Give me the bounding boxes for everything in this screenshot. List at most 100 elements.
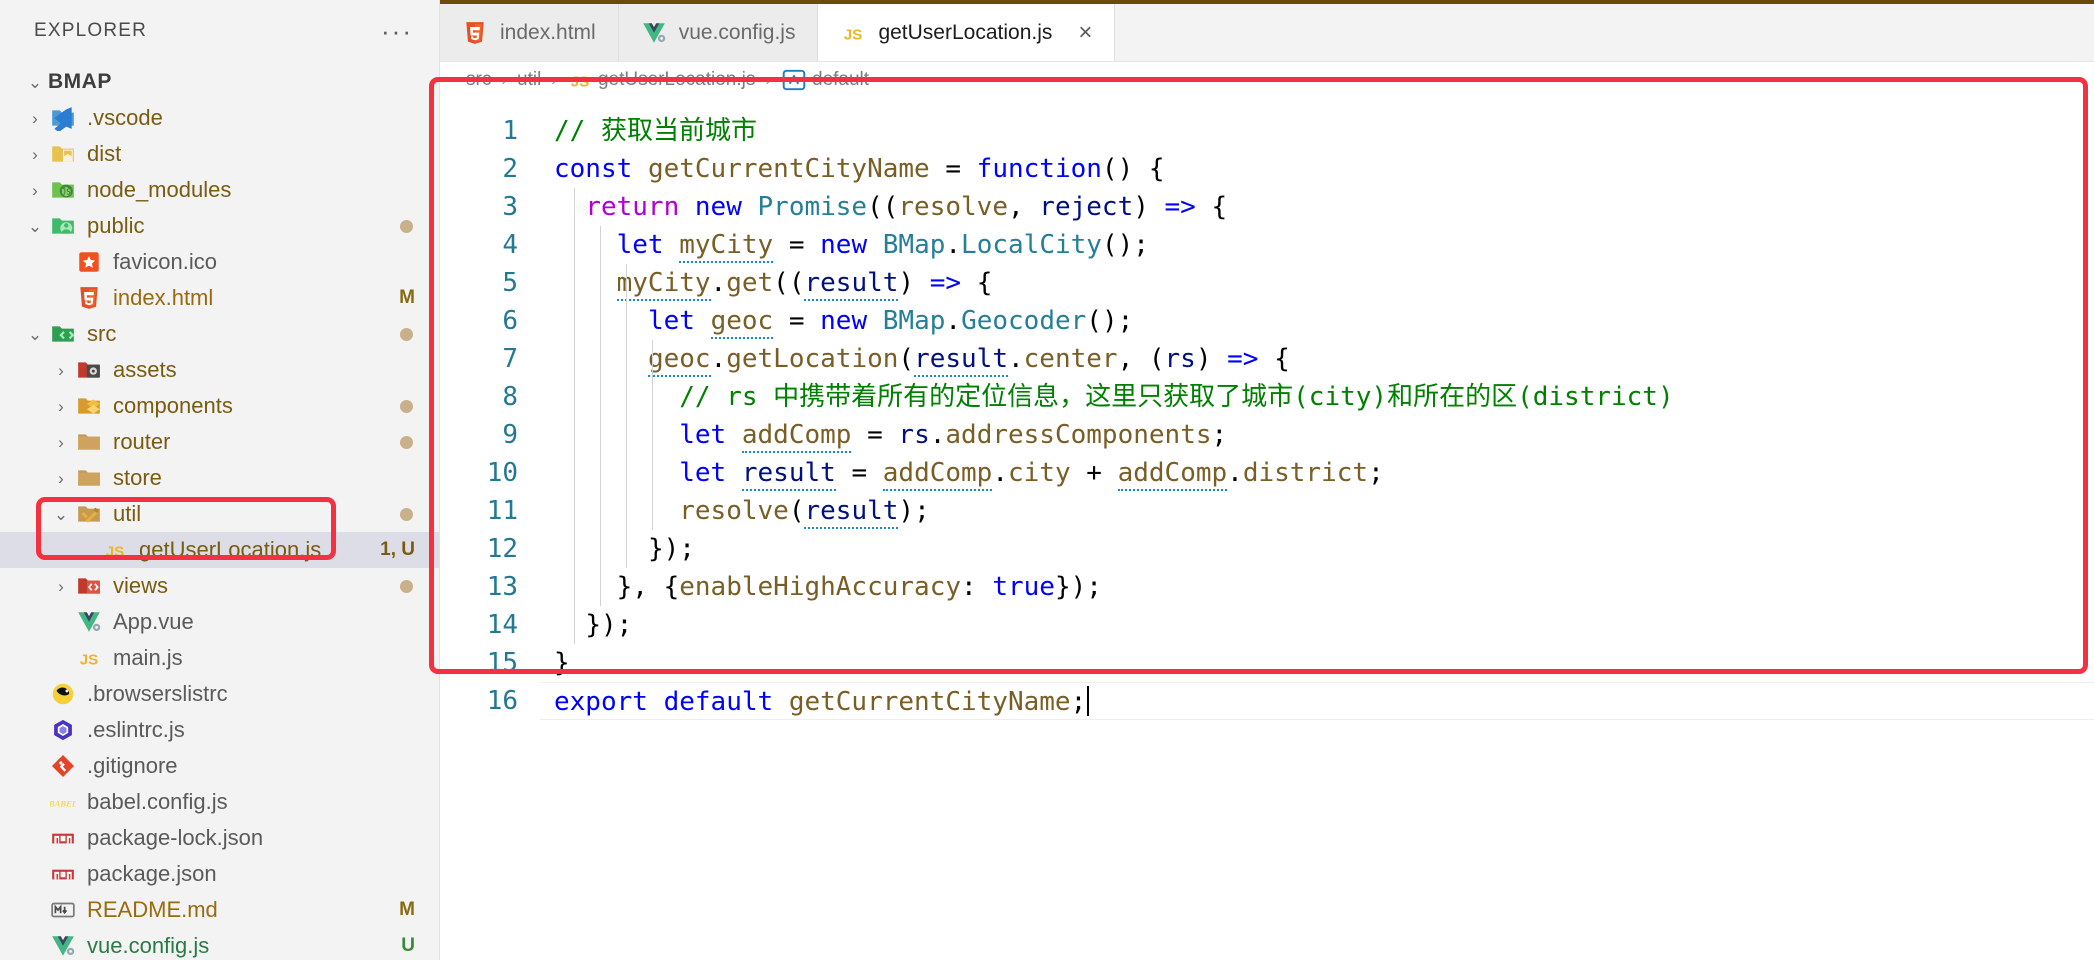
line-number: 8 xyxy=(502,382,518,412)
tree-item-package-lock-json[interactable]: package-lock.json xyxy=(0,820,439,856)
breadcrumb-item-src[interactable]: src xyxy=(466,69,491,91)
tree-item-getuserlocation-js[interactable]: JS getUserLocation.js 1, U xyxy=(0,532,439,568)
tree-item-util[interactable]: ⌄ util xyxy=(0,496,439,532)
tree-item-label: node_modules xyxy=(87,177,232,202)
tree-item-label: dist xyxy=(87,141,122,166)
explorer-more-actions-icon[interactable]: ··· xyxy=(381,18,413,44)
tree-item--eslintrc-js[interactable]: .eslintrc.js xyxy=(0,712,439,748)
chevron-right-icon[interactable]: › xyxy=(48,398,74,415)
breadcrumb-item-label: src xyxy=(466,69,492,90)
code-line[interactable]: } xyxy=(540,644,2094,682)
tree-item-label: README.md xyxy=(87,897,218,922)
html5-file-icon xyxy=(462,20,488,46)
vscode-folder-icon xyxy=(48,105,78,131)
breadcrumb-separator: › xyxy=(551,70,557,89)
chevron-right-icon[interactable]: › xyxy=(48,362,74,379)
tree-item--gitignore[interactable]: .gitignore xyxy=(0,748,439,784)
code-line[interactable]: }, {enableHighAccuracy: true}); xyxy=(540,568,2094,606)
code-line[interactable]: }); xyxy=(540,606,2094,644)
code-line[interactable]: const getCurrentCityName = function() { xyxy=(540,150,2094,188)
line-number: 2 xyxy=(502,154,518,184)
editor-tab-label: index.html xyxy=(500,20,596,44)
editor-tab-getuserlocation-js[interactable]: JS getUserLocation.js × xyxy=(818,4,1116,61)
tree-item-label: util xyxy=(113,501,142,526)
favicon-file-icon xyxy=(74,249,104,275)
tree-item-main-js[interactable]: JS main.js xyxy=(0,640,439,676)
code-line[interactable]: // rs 中携带着所有的定位信息，这里只获取了城市(city)和所在的区(di… xyxy=(540,378,2094,416)
tree-item-modified-dot xyxy=(400,219,413,233)
code-line[interactable]: let geoc = new BMap.Geocoder(); xyxy=(540,302,2094,340)
indent-guide xyxy=(626,264,627,568)
breadcrumb-item-label: getUserLocation.js xyxy=(597,69,756,90)
tree-item-index-html[interactable]: index.html M xyxy=(0,280,439,316)
tree-item-dist[interactable]: › dist xyxy=(0,136,439,172)
file-tree: ⌄ BMAP › .vscode › dist › JS node_modules ⌄ public… xyxy=(0,62,439,960)
tree-item-assets[interactable]: › assets xyxy=(0,352,439,388)
vue-file-icon xyxy=(48,933,78,959)
chevron-right-icon[interactable]: › xyxy=(22,146,48,163)
code-editor[interactable]: 1 2 3 4 5 6 7 8 9 10 11 12 13 14 15 16 // 获取当前城市 const g… xyxy=(440,98,2094,960)
chevron-right-icon[interactable]: › xyxy=(48,578,74,595)
code-content[interactable]: // 获取当前城市 const getCurrentCityName = func… xyxy=(540,98,2094,960)
breadcrumb-item-getuserlocation-js[interactable]: JS getUserLocation.js xyxy=(567,67,756,93)
tree-item--vscode[interactable]: › .vscode xyxy=(0,100,439,136)
tree-item-babel-config-js[interactable]: BABEL babel.config.js xyxy=(0,784,439,820)
explorer-header: EXPLORER ··· xyxy=(0,0,439,62)
tree-item-modified-dot xyxy=(400,399,413,413)
chevron-down-icon[interactable]: ⌄ xyxy=(22,218,48,235)
tree-item-router[interactable]: › router xyxy=(0,424,439,460)
tree-item-label: assets xyxy=(113,357,177,382)
line-number: 14 xyxy=(486,610,518,640)
tree-item-node-modules[interactable]: › JS node_modules xyxy=(0,172,439,208)
code-line[interactable]: let addComp = rs.addressComponents; xyxy=(540,416,2094,454)
tree-item-status-badge: M xyxy=(399,287,415,308)
symbol-field-icon xyxy=(781,67,806,93)
tree-item--browserslistrc[interactable]: .browserslistrc xyxy=(0,676,439,712)
code-line[interactable]: return new Promise((resolve, reject) => … xyxy=(540,188,2094,226)
chevron-right-icon[interactable]: › xyxy=(22,110,48,127)
plain-folder-icon xyxy=(74,465,104,491)
tree-item-store[interactable]: › store xyxy=(0,460,439,496)
breadcrumb-item-util[interactable]: util xyxy=(517,69,541,91)
chevron-down-icon[interactable]: ⌄ xyxy=(22,326,48,343)
close-icon[interactable]: × xyxy=(1078,20,1092,45)
chevron-down-icon[interactable]: ⌄ xyxy=(48,506,74,523)
tree-root-bmap[interactable]: ⌄ BMAP xyxy=(0,64,439,100)
tree-item-readme-md[interactable]: README.md M xyxy=(0,892,439,928)
tree-root-label: BMAP xyxy=(48,70,112,93)
code-line[interactable]: }); xyxy=(540,530,2094,568)
text-cursor xyxy=(1087,686,1090,716)
tree-item-modified-dot xyxy=(400,579,413,593)
svg-text:JS: JS xyxy=(106,544,125,561)
eslint-file-icon xyxy=(48,717,78,743)
tree-item-favicon-ico[interactable]: favicon.ico xyxy=(0,244,439,280)
tree-item-modified-dot xyxy=(400,507,413,521)
chevron-right-icon[interactable]: › xyxy=(48,434,74,451)
tree-item-app-vue[interactable]: App.vue xyxy=(0,604,439,640)
code-line[interactable]: resolve(result); xyxy=(540,492,2094,530)
tree-item-components[interactable]: › components xyxy=(0,388,439,424)
line-number: 1 xyxy=(502,116,518,146)
editor-tab-vue-config-js[interactable]: vue.config.js xyxy=(618,4,819,61)
tree-item-label: .eslintrc.js xyxy=(87,717,185,742)
tree-item-views[interactable]: › views xyxy=(0,568,439,604)
code-line[interactable]: let myCity = new BMap.LocalCity(); xyxy=(540,226,2094,264)
tree-item-label: package.json xyxy=(87,861,217,886)
editor-tab-index-html[interactable]: index.html xyxy=(440,4,619,61)
breadcrumb-item-default[interactable]: default xyxy=(781,67,869,93)
code-line[interactable]: geoc.getLocation(result.center, (rs) => … xyxy=(540,340,2094,378)
tree-item-package-json[interactable]: package.json xyxy=(0,856,439,892)
tree-item-src[interactable]: ⌄ src xyxy=(0,316,439,352)
code-line[interactable]: // 获取当前城市 xyxy=(540,112,2094,150)
code-line[interactable]: let result = addComp.city + addComp.dist… xyxy=(540,454,2094,492)
chevron-down-icon[interactable]: ⌄ xyxy=(22,74,48,91)
tree-item-status-badge: U xyxy=(401,935,415,956)
code-line[interactable]: myCity.get((result) => { xyxy=(540,264,2094,302)
breadcrumb-item-label: util xyxy=(517,69,542,90)
chevron-right-icon[interactable]: › xyxy=(22,182,48,199)
code-line[interactable]: export default getCurrentCityName; xyxy=(540,682,2094,720)
tree-item-label: babel.config.js xyxy=(87,789,228,814)
tree-item-public[interactable]: ⌄ public xyxy=(0,208,439,244)
chevron-right-icon[interactable]: › xyxy=(48,470,74,487)
tree-item-vue-config-js[interactable]: vue.config.js U xyxy=(0,928,439,960)
